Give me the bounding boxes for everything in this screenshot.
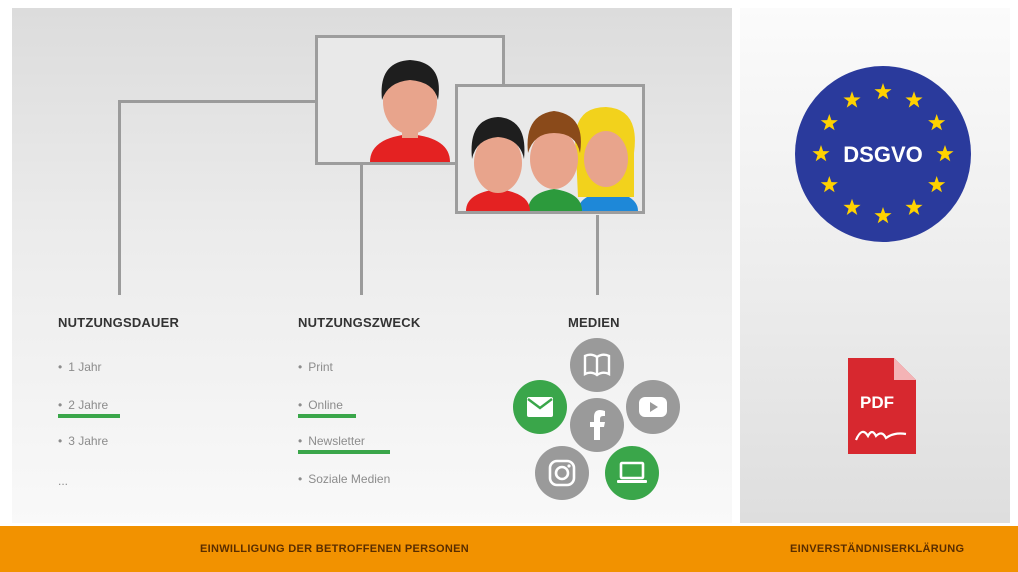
connector-line bbox=[118, 100, 121, 295]
dsgvo-badge: DSGVO bbox=[795, 66, 971, 242]
pdf-label: PDF bbox=[860, 393, 894, 412]
connector-line bbox=[596, 215, 599, 295]
facebook-icon[interactable] bbox=[570, 398, 624, 452]
dsgvo-label: DSGVO bbox=[843, 142, 923, 167]
option-label: 2 Jahre bbox=[68, 398, 109, 412]
connector-line bbox=[118, 100, 318, 103]
medien-heading: MEDIEN bbox=[568, 315, 620, 330]
option-label: Newsletter bbox=[308, 434, 365, 448]
nutzungszweck-heading: NUTZUNGSZWECK bbox=[298, 315, 421, 330]
connector-line bbox=[360, 165, 363, 295]
selected-underline bbox=[298, 450, 390, 454]
footer-left-label: EINWILLIGUNG DER BETROFFENEN PERSONEN bbox=[200, 543, 469, 555]
option-label: Soziale Medien bbox=[308, 472, 391, 486]
youtube-icon[interactable] bbox=[626, 380, 680, 434]
mail-icon[interactable] bbox=[513, 380, 567, 434]
duration-option-more[interactable]: ... bbox=[58, 474, 68, 488]
duration-option-1-jahr[interactable]: • 1 Jahr bbox=[58, 360, 102, 374]
duration-option-2-jahre[interactable]: • 2 Jahre bbox=[58, 398, 108, 412]
purpose-option-newsletter[interactable]: • Newsletter bbox=[298, 434, 365, 448]
footer-bar: EINWILLIGUNG DER BETROFFENEN PERSONEN EI… bbox=[0, 526, 1018, 572]
purpose-option-print[interactable]: • Print bbox=[298, 360, 333, 374]
nutzungsdauer-heading: NUTZUNGSDAUER bbox=[58, 315, 180, 330]
book-icon[interactable] bbox=[570, 338, 624, 392]
option-label: 3 Jahre bbox=[68, 434, 109, 448]
group-photo bbox=[455, 84, 645, 214]
option-label: ... bbox=[58, 474, 69, 488]
group-icon bbox=[466, 107, 638, 211]
pdf-document-icon[interactable]: PDF bbox=[848, 358, 916, 454]
duration-option-3-jahre[interactable]: • 3 Jahre bbox=[58, 434, 108, 448]
instagram-icon[interactable] bbox=[535, 446, 589, 500]
purpose-option-soziale-medien[interactable]: • Soziale Medien bbox=[298, 472, 390, 486]
laptop-icon[interactable] bbox=[605, 446, 659, 500]
selected-underline bbox=[58, 414, 120, 418]
option-label: 1 Jahr bbox=[68, 360, 102, 374]
option-label: Online bbox=[308, 398, 343, 412]
purpose-option-online[interactable]: • Online bbox=[298, 398, 343, 412]
selected-underline bbox=[298, 414, 356, 418]
option-label: Print bbox=[308, 360, 333, 374]
footer-right-label: EINVERSTÄNDNISERKLÄRUNG bbox=[790, 543, 965, 555]
